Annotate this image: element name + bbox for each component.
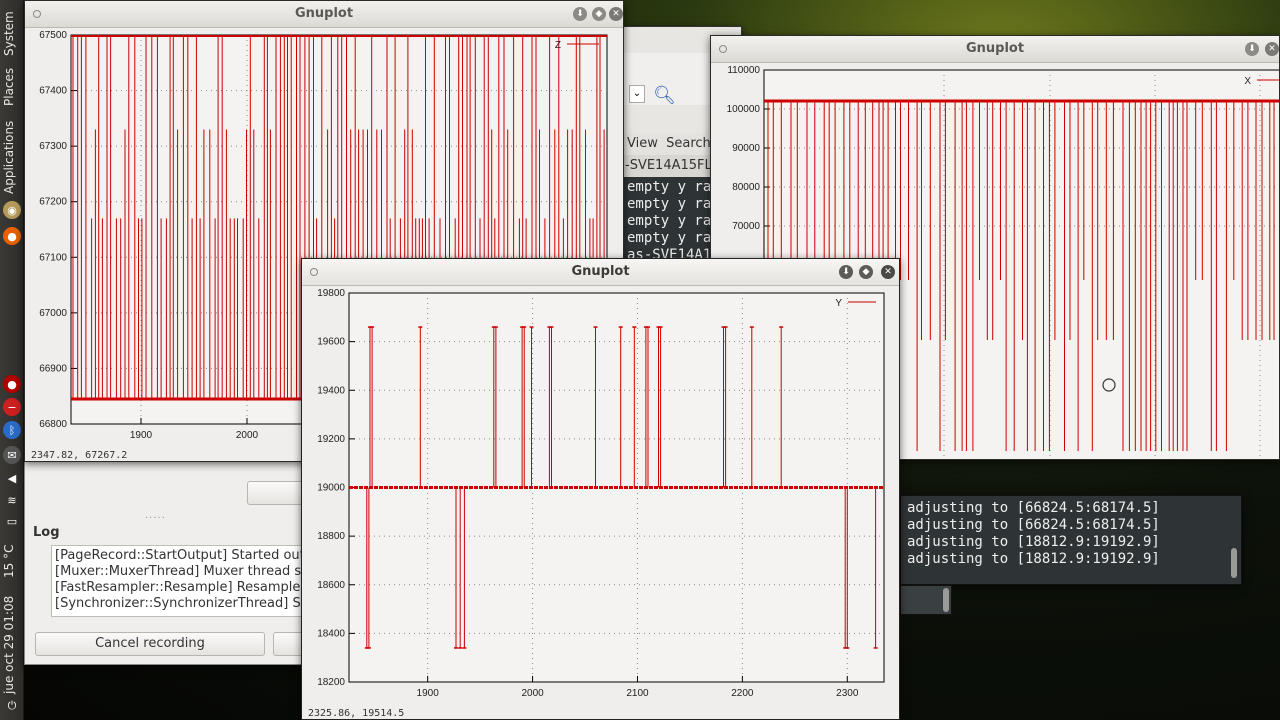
- bluetooth-icon[interactable]: ᛒ: [3, 421, 21, 439]
- cancel-recording-button[interactable]: Cancel recording: [35, 632, 265, 656]
- power-icon[interactable]: ⏻: [3, 697, 21, 715]
- log-list[interactable]: [PageRecord::StartOutput] Started output…: [51, 545, 313, 617]
- firefox-icon[interactable]: ●: [3, 227, 21, 245]
- x-tick-label: 1900: [130, 430, 153, 441]
- window-title: Gnuplot: [294, 6, 354, 21]
- system-menu[interactable]: System: [2, 8, 22, 56]
- x-tick-label: 2000: [521, 688, 544, 699]
- minimize-icon[interactable]: ⬇: [573, 7, 587, 21]
- recorder-window: ····· Log [PageRecord::StartOutput] Star…: [24, 460, 314, 665]
- terminal-line: adjusting to [18812.9:19192.9]: [907, 551, 1160, 567]
- legend-label: Y: [835, 298, 842, 309]
- log-entry: [PageRecord::StartOutput] Started output: [55, 548, 313, 563]
- y-tick-label: 67500: [39, 30, 67, 41]
- dropdown-chevron-icon[interactable]: ⌄: [629, 85, 645, 103]
- applications-menu[interactable]: Applications: [2, 112, 22, 194]
- terminal-line: adjusting to [66824.5:68174.5]: [907, 517, 1160, 533]
- y-tick-label: 67200: [39, 197, 67, 208]
- terminal-window-front: adjusting to [66824.5:68174.5] adjusting…: [900, 495, 1242, 585]
- ubuntu-logo-icon[interactable]: ◉: [3, 201, 21, 219]
- y-tick-label: 66800: [39, 419, 67, 430]
- x-tick-label: 2200: [731, 688, 754, 699]
- minimize-icon[interactable]: ⬇: [1245, 42, 1259, 56]
- y-tick-label: 18200: [317, 677, 345, 688]
- y-tick-label: 80000: [732, 182, 760, 193]
- minimize-icon[interactable]: ⬇: [839, 265, 853, 279]
- y-tick-label: 19200: [317, 434, 345, 445]
- y-tick-label: 67000: [39, 308, 67, 319]
- log-entry: [Synchronizer::SynchronizerThread] Synch…: [55, 596, 312, 611]
- y-tick-label: 70000: [732, 221, 760, 232]
- terminal-scrollbar[interactable]: [1231, 548, 1237, 578]
- y-tick-label: 67100: [39, 252, 67, 263]
- cursor-coordinates: 2325.86, 19514.5: [308, 708, 405, 719]
- x-tick-label: 1900: [417, 688, 440, 699]
- y-tick-label: 66900: [39, 363, 67, 374]
- record-icon[interactable]: ●: [3, 375, 21, 393]
- temperature-label[interactable]: 15 °C: [2, 534, 22, 578]
- y-tick-label: 90000: [732, 143, 760, 154]
- gnuplot-window-y: Gnuplot ⬇ ◆ ✕ 19800 19600 19400 19200 19000 1…: [301, 258, 900, 720]
- legend-label: Z: [555, 40, 561, 51]
- log-title: Log: [33, 525, 60, 540]
- titlebar[interactable]: Gnuplot ⬇ ◆ ✕: [25, 1, 623, 28]
- places-menu[interactable]: Places: [2, 62, 22, 106]
- legend-label: X: [1244, 76, 1251, 87]
- y-tick-label: 67400: [39, 86, 67, 97]
- x-tick-label: 2300: [836, 688, 859, 699]
- window-title: Gnuplot: [571, 264, 630, 279]
- wifi-icon[interactable]: ≋: [3, 491, 21, 509]
- terminal-line: adjusting to [18812.9:19192.9]: [907, 534, 1160, 550]
- maximize-icon[interactable]: ◆: [592, 7, 606, 21]
- y-tick-label: 67300: [39, 141, 67, 152]
- y-tick-label: 110000: [727, 65, 760, 76]
- y-tick-label: 18800: [317, 531, 345, 542]
- titlebar[interactable]: Gnuplot ⬇ ✕: [711, 36, 1279, 63]
- y-tick-label: 19800: [317, 288, 345, 299]
- clock-label[interactable]: jue oct 29 01:08: [2, 588, 22, 694]
- top-panel-vertical: System Places Applications ◉ ● ● − ᛒ ✉ ◀…: [0, 0, 24, 720]
- splitter-handle[interactable]: ·····: [145, 513, 166, 524]
- battery-icon[interactable]: ▭: [3, 512, 21, 530]
- close-icon[interactable]: ✕: [609, 7, 623, 21]
- menu-view[interactable]: View: [627, 136, 658, 151]
- terminal-fragment: [900, 585, 952, 615]
- close-icon[interactable]: ✕: [881, 265, 895, 279]
- close-icon[interactable]: ✕: [1265, 42, 1279, 56]
- x-tick-label: 2100: [626, 688, 649, 699]
- menu-search[interactable]: Search: [666, 136, 711, 151]
- titlebar[interactable]: Gnuplot ⬇ ◆ ✕: [302, 259, 899, 286]
- log-entry: [Muxer::MuxerThread] Muxer thread starte…: [55, 564, 313, 579]
- terminal-line: adjusting to [66824.5:68174.5]: [907, 500, 1160, 516]
- y-tick-label: 19400: [317, 385, 345, 396]
- search-icon[interactable]: 🔍︎: [653, 85, 676, 106]
- x-tick-label: 2000: [236, 430, 259, 441]
- plot-y[interactable]: 19800 19600 19400 19200 19000 18800 18600 18400…: [302, 286, 900, 706]
- log-entry: [FastResampler::Resample] Resample ratio: [55, 580, 313, 595]
- terminal-output-front: adjusting to [66824.5:68174.5] adjusting…: [901, 500, 1231, 584]
- y-tick-label: 18400: [317, 628, 345, 639]
- volume-icon[interactable]: ◀: [3, 469, 21, 487]
- y-tick-label: 18600: [317, 580, 345, 591]
- mail-icon[interactable]: ✉: [3, 446, 21, 464]
- cursor-coordinates: 2347.82, 67267.2: [31, 450, 128, 461]
- window-title: Gnuplot: [965, 41, 1025, 56]
- stop-icon[interactable]: −: [3, 398, 21, 416]
- y-tick-label: 19600: [317, 337, 345, 348]
- y-tick-label: 19000: [317, 483, 345, 494]
- maximize-icon[interactable]: ◆: [859, 265, 873, 279]
- y-tick-label: 100000: [727, 104, 761, 115]
